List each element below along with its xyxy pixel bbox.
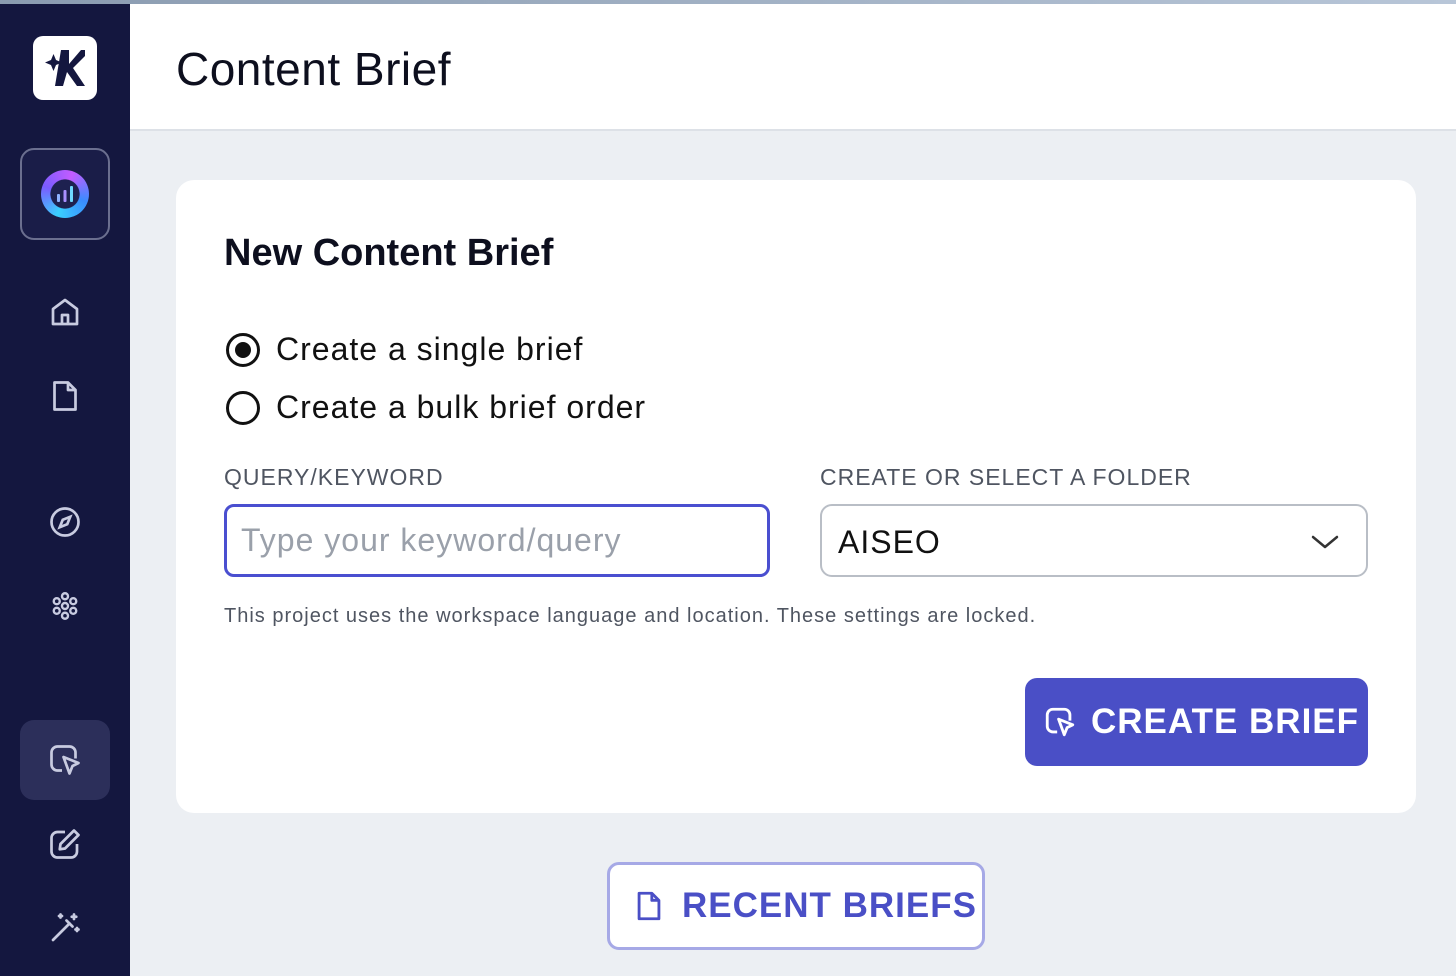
home-icon (51, 298, 79, 326)
project-switcher-button[interactable] (20, 148, 110, 240)
bulk-brief-radio[interactable] (226, 390, 260, 425)
magic-wand-icon (51, 913, 80, 942)
logo-icon (45, 50, 85, 86)
document-icon (637, 891, 661, 921)
page-header: Content Brief (130, 4, 1456, 131)
compass-icon (50, 507, 80, 537)
sidebar-item-clusters[interactable] (20, 566, 110, 646)
chevron-down-icon (1311, 535, 1339, 549)
folder-label: CREATE OR SELECT A FOLDER (820, 464, 1192, 490)
folder-value: AISEO (838, 524, 941, 560)
single-brief-option[interactable]: Create a single brief (226, 331, 583, 368)
sidebar-item-editor[interactable] (20, 804, 110, 884)
locale-helper-text: This project uses the workspace language… (224, 605, 1037, 627)
chart-icon (57, 186, 73, 202)
keyword-input[interactable] (224, 504, 770, 577)
new-brief-card: New Content Brief Create a single brief … (176, 180, 1416, 813)
bulk-brief-option[interactable]: Create a bulk brief order (226, 389, 646, 426)
project-avatar (41, 170, 89, 218)
cursor-click-icon (1045, 707, 1075, 737)
document-icon (53, 381, 77, 411)
recent-briefs-button[interactable]: RECENT BRIEFS (607, 862, 985, 950)
query-label: QUERY/KEYWORD (224, 464, 444, 490)
cursor-click-icon (50, 745, 80, 775)
sidebar-item-content-brief[interactable] (20, 720, 110, 800)
bulk-brief-label: Create a bulk brief order (276, 389, 647, 425)
edit-icon (50, 829, 80, 859)
folder-select[interactable]: AISEO (820, 504, 1368, 577)
create-brief-button[interactable]: CREATE BRIEF (1025, 678, 1368, 766)
create-brief-label: CREATE BRIEF (1091, 702, 1360, 741)
sidebar-item-ai-tools[interactable] (20, 888, 110, 968)
sidebar-item-home[interactable] (20, 272, 110, 352)
single-brief-radio[interactable] (226, 332, 260, 367)
cluster-icon (52, 592, 78, 620)
card-title: New Content Brief (224, 232, 554, 274)
single-brief-label: Create a single brief (276, 331, 584, 367)
app-logo[interactable] (33, 36, 97, 100)
sidebar-item-explore[interactable] (20, 482, 110, 562)
sidebar-item-documents[interactable] (20, 356, 110, 436)
recent-briefs-label: RECENT BRIEFS (682, 886, 977, 925)
sidebar (0, 4, 130, 976)
page-title: Content Brief (176, 43, 451, 95)
